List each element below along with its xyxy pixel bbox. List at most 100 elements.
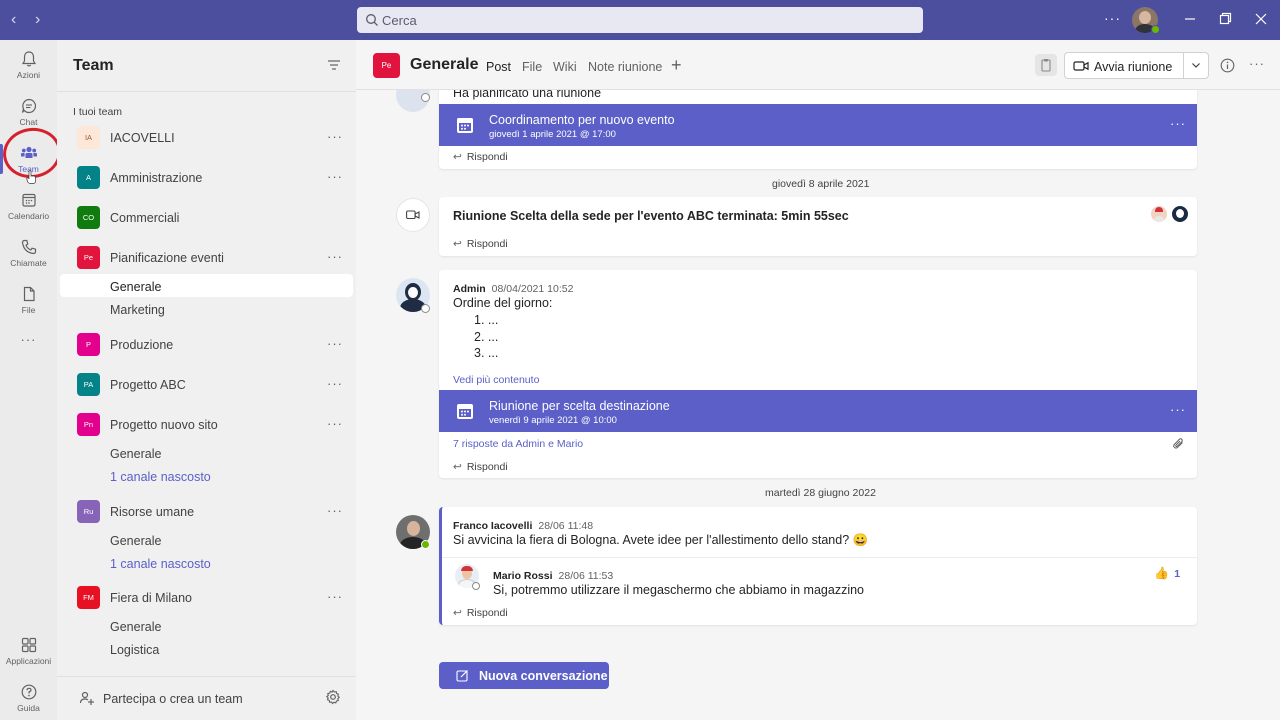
team-more-button[interactable]: ··· — [327, 503, 343, 518]
new-conversation-button[interactable]: Nuova conversazione — [439, 662, 609, 689]
add-tab-button[interactable]: + — [671, 55, 682, 76]
meeting-date: venerdì 9 aprile 2021 @ 10:00 — [489, 415, 617, 426]
meeting-title: Coordinamento per nuovo evento — [489, 113, 675, 127]
join-or-create-team-link[interactable]: Partecipa o crea un team — [103, 692, 243, 706]
team-name: Produzione — [110, 338, 174, 352]
reply-arrow-icon: ↩ — [453, 607, 462, 619]
title-bar: ‹ › Cerca ··· — [0, 0, 1280, 40]
team-row-risorse-umane[interactable]: Ru Risorse umane ··· — [57, 494, 356, 530]
sender-name: Franco Iacovelli — [453, 520, 533, 532]
settings-more-button[interactable]: ··· — [1104, 10, 1121, 26]
tab-file[interactable]: File — [522, 60, 542, 74]
tab-meeting-notes[interactable]: Note riunione — [588, 60, 662, 74]
maximize-icon[interactable] — [1216, 10, 1234, 28]
team-row-progetto-nuovo-sito[interactable]: Pn Progetto nuovo sito ··· — [57, 407, 356, 443]
channel-title: Generale — [410, 56, 479, 73]
see-more-link[interactable]: Vedi più contenuto — [453, 374, 539, 386]
reply-arrow-icon: ↩ — [453, 151, 462, 163]
team-row-produzione[interactable]: P Produzione ··· — [57, 327, 356, 363]
team-row-amministrazione[interactable]: A Amministrazione ··· — [57, 160, 356, 196]
team-more-button[interactable]: ··· — [327, 336, 343, 351]
participant-avatar — [1151, 206, 1167, 222]
reply-sender-name: Mario Rossi — [493, 570, 553, 582]
team-row-pianificazione-eventi[interactable]: Pe Pianificazione eventi ··· — [57, 240, 356, 276]
team-avatar: Pe — [77, 246, 100, 269]
meeting-card[interactable]: Coordinamento per nuovo evento giovedì 1… — [439, 104, 1197, 146]
info-icon[interactable] — [1220, 58, 1235, 73]
reaction-count: 1 — [1174, 568, 1181, 580]
team-avatar: IA — [77, 126, 100, 149]
team-more-button[interactable]: ··· — [327, 169, 343, 184]
meeting-ended-text: Riunione Scelta della sede per l'evento … — [453, 209, 849, 223]
rail-item-calls[interactable]: Chiamate — [0, 232, 57, 276]
rail-item-help[interactable]: Guida — [0, 677, 57, 720]
channel-generale-selected[interactable]: Generale — [110, 280, 161, 294]
reply-button[interactable]: ↩ Rispondi — [453, 607, 508, 619]
meeting-more-button[interactable]: ··· — [1170, 402, 1186, 417]
channel-generale[interactable]: Generale — [110, 447, 161, 461]
back-button[interactable]: ‹ — [11, 10, 16, 30]
start-meeting-button[interactable]: Avvia riunione — [1064, 52, 1209, 79]
section-label: I tuoi team — [73, 106, 123, 118]
hidden-channels-link[interactable]: 1 canale nascosto — [110, 470, 211, 484]
rail-item-activity[interactable]: Azioni — [0, 44, 57, 88]
meeting-card[interactable]: Riunione per scelta destinazione venerdì… — [439, 390, 1197, 432]
rail-item-files[interactable]: File — [0, 279, 57, 323]
channel-view: Pe Generale Post File Wiki Note riunione… — [356, 40, 1280, 720]
channel-more-button[interactable]: ··· — [1249, 56, 1265, 71]
meeting-more-button[interactable]: ··· — [1170, 116, 1186, 131]
gear-icon[interactable] — [325, 689, 341, 705]
rail-label: Chiamate — [10, 258, 47, 268]
team-more-button[interactable]: ··· — [327, 249, 343, 264]
hidden-channels-link[interactable]: 1 canale nascosto — [110, 557, 211, 571]
apps-icon — [21, 637, 36, 653]
chevron-down-icon[interactable] — [1190, 59, 1202, 71]
reply-arrow-icon: ↩ — [453, 461, 462, 473]
panel-title: Team — [73, 57, 114, 74]
rail-item-apps[interactable]: Applicazioni — [0, 630, 57, 674]
presence-away-icon — [421, 93, 430, 102]
channel-generale[interactable]: Generale — [110, 620, 161, 634]
team-more-button[interactable]: ··· — [327, 376, 343, 391]
channel-logistica[interactable]: Logistica — [110, 643, 159, 657]
channel-marketing[interactable]: Marketing — [110, 303, 165, 317]
presence-available-icon — [1151, 25, 1160, 34]
reply-button[interactable]: ↩ Rispondi — [453, 238, 508, 250]
calendar-icon — [21, 193, 36, 207]
team-row-progetto-abc[interactable]: PA Progetto ABC ··· — [57, 367, 356, 403]
message-card[interactable]: Admin 08/04/2021 10:52 Ordine del giorno:… — [439, 270, 1197, 478]
minimize-icon[interactable] — [1181, 10, 1199, 28]
reply-button[interactable]: ↩ Rispondi — [453, 461, 508, 473]
rail-more-apps[interactable]: ··· — [0, 332, 57, 376]
tab-post[interactable]: Post — [486, 60, 511, 74]
reaction[interactable]: 👍 1 — [1154, 566, 1180, 580]
reply-label: Rispondi — [466, 151, 508, 163]
replies-count-link[interactable]: 7 risposte da Admin e Mario — [453, 438, 583, 450]
clipboard-icon — [1041, 59, 1051, 72]
team-name: Commerciali — [110, 211, 180, 225]
clipboard-button[interactable] — [1035, 54, 1057, 76]
message-text: Si avvicina la fiera di Bologna. Avete i… — [453, 533, 869, 547]
team-row-fiera-di-milano[interactable]: FM Fiera di Milano ··· — [57, 580, 356, 616]
team-more-button[interactable]: ··· — [327, 589, 343, 604]
message-card[interactable]: Ha pianificato una riunione Coordinament… — [439, 80, 1197, 169]
forward-button[interactable]: › — [35, 10, 40, 30]
message-card[interactable]: Franco Iacovelli 28/06 11:48 Si avvicina … — [439, 507, 1197, 625]
team-row-iacovelli[interactable]: IA IACOVELLI ··· — [57, 120, 356, 156]
chat-icon — [21, 98, 36, 114]
team-more-button[interactable]: ··· — [327, 129, 343, 144]
reply-button[interactable]: ↩ Rispondi — [453, 151, 508, 163]
channel-generale[interactable]: Generale — [110, 534, 161, 548]
team-row-commerciali[interactable]: CO Commerciali — [57, 200, 356, 236]
search-input[interactable]: Cerca — [357, 7, 923, 33]
rail-item-calendar[interactable]: Calendario — [0, 185, 57, 229]
filter-icon[interactable] — [327, 59, 341, 71]
message-card[interactable]: Riunione Scelta della sede per l'evento … — [439, 197, 1197, 256]
team-more-button[interactable]: ··· — [327, 416, 343, 431]
close-icon[interactable] — [1252, 10, 1270, 28]
reply-label: Rispondi — [466, 238, 508, 250]
divider — [57, 91, 356, 92]
bell-icon — [21, 51, 36, 67]
tab-wiki[interactable]: Wiki — [553, 60, 577, 74]
file-icon — [23, 286, 35, 302]
